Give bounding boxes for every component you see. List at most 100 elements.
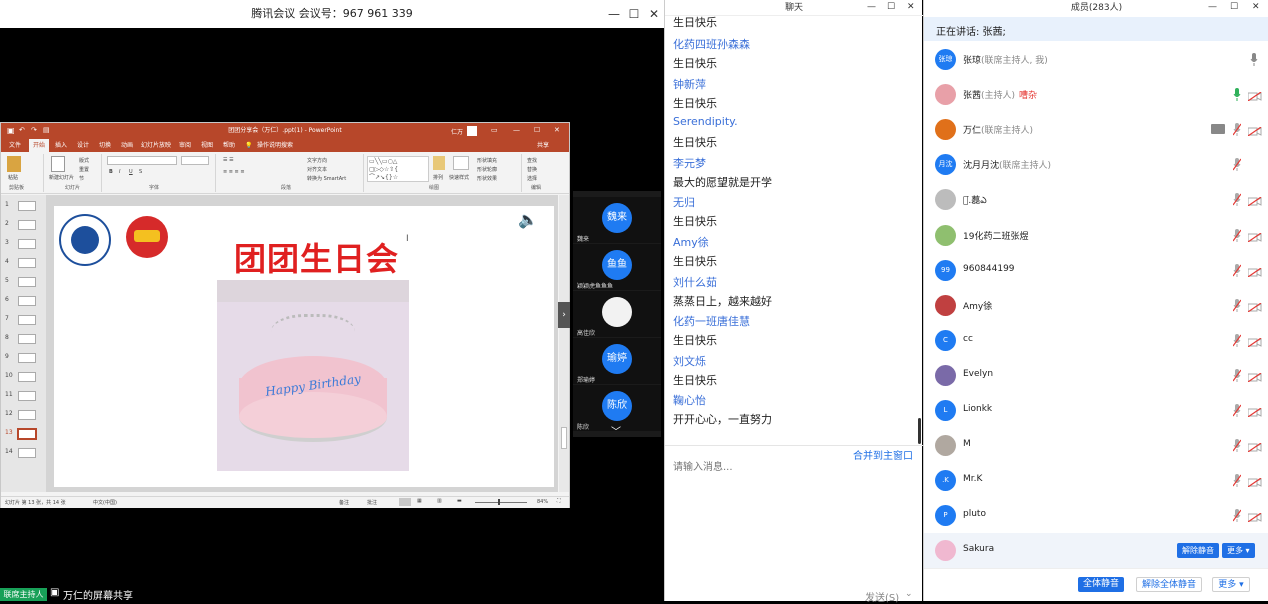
slide-thumbnail[interactable] <box>18 372 36 382</box>
shapes-gallery[interactable]: ▭╲╲▭○△ ▢▷◇☆⇧{⌒↗↘{}☆ <box>367 156 429 182</box>
chat-message-input[interactable] <box>673 460 913 474</box>
slide-thumbnail[interactable] <box>18 410 36 420</box>
align-icon[interactable]: ≡ ≡ ≡ ≡ <box>223 169 245 175</box>
member-row[interactable]: Amy徐 <box>924 288 1268 323</box>
video-tile[interactable]: 高佳欣 <box>573 291 661 337</box>
tab-transitions[interactable]: 切换 <box>95 139 115 152</box>
mic-muted-icon[interactable] <box>1232 193 1242 207</box>
camera-off-icon[interactable] <box>1247 476 1262 488</box>
ppt-share-button[interactable]: 共享 <box>533 139 553 152</box>
member-row[interactable]: L Lionkk <box>924 393 1268 428</box>
speaker-icon[interactable]: 🔈 <box>518 210 538 229</box>
shape-fill-button[interactable]: 形状填充 <box>477 157 497 164</box>
font-size-select[interactable] <box>181 156 209 165</box>
chat-close-button[interactable]: ✕ <box>907 2 915 12</box>
member-row[interactable]: 99 960844199 <box>924 253 1268 288</box>
member-row[interactable]: 19化药二班张煜 <box>924 218 1268 253</box>
ppt-close-button[interactable]: ✕ <box>554 126 560 134</box>
member-row[interactable]: Sakura 解除静音 更多 ▾ <box>924 533 1268 569</box>
ribbon-display-icon[interactable]: ▭ <box>491 126 498 134</box>
camera-off-icon[interactable] <box>1247 441 1262 453</box>
shadow-button[interactable]: S <box>139 169 142 175</box>
select-button[interactable]: 选择 <box>527 175 537 182</box>
tab-insert[interactable]: 插入 <box>51 139 71 152</box>
chat-sender-name[interactable]: 刘什么茹 <box>673 274 717 290</box>
camera-off-icon[interactable] <box>1247 125 1262 137</box>
slide-thumbnail[interactable] <box>18 239 36 249</box>
camera-off-icon[interactable] <box>1247 511 1262 523</box>
row-unmute-button[interactable]: 解除静音 <box>1177 543 1219 559</box>
mic-muted-icon[interactable] <box>1232 439 1242 453</box>
mic-muted-icon[interactable] <box>1232 158 1242 172</box>
zoom-slider-thumb[interactable] <box>498 499 500 505</box>
tell-me-search[interactable]: 操作说明搜索 <box>253 139 297 152</box>
shape-effects-button[interactable]: 形状效果 <box>477 175 497 182</box>
section-button[interactable]: 节 <box>79 175 84 182</box>
chat-sender-name[interactable]: 鞠心怡 <box>673 392 706 408</box>
member-row[interactable]: .K Mr.K <box>924 463 1268 498</box>
reading-view-button[interactable]: ▥ <box>437 498 442 504</box>
slide-thumbnail[interactable] <box>18 296 36 306</box>
underline-button[interactable]: U <box>129 169 133 175</box>
chat-sender-name[interactable]: 刘文烁 <box>673 353 706 369</box>
find-button[interactable]: 查找 <box>527 157 537 164</box>
new-slide-button[interactable]: 新建幻灯片 <box>49 174 74 181</box>
ppt-minimize-button[interactable]: — <box>513 126 520 134</box>
chat-sender-name[interactable]: 无归 <box>673 194 695 210</box>
slide-thumbnail[interactable] <box>18 353 36 363</box>
layout-button[interactable]: 版式 <box>79 157 89 164</box>
slide-thumbnail[interactable] <box>18 334 36 344</box>
slideshow-view-button[interactable]: ▬ <box>457 498 462 504</box>
chat-maximize-button[interactable]: ☐ <box>887 2 895 12</box>
chat-sender-name[interactable]: Serendipity. <box>673 115 738 128</box>
tab-slideshow[interactable]: 幻灯片放映 <box>137 139 175 152</box>
mic-icon[interactable] <box>1250 53 1258 66</box>
camera-off-icon[interactable] <box>1247 336 1262 348</box>
slide-thumbnail[interactable] <box>17 428 37 440</box>
mic-muted-icon[interactable] <box>1232 333 1242 347</box>
slide-thumbnail[interactable] <box>18 220 36 230</box>
reset-button[interactable]: 重置 <box>79 166 89 173</box>
video-tile[interactable]: 瑜婷 郑瑜婷 <box>573 338 661 384</box>
send-options-chevron-icon[interactable]: ⌄ <box>905 589 913 599</box>
paste-button[interactable]: 粘贴 <box>8 174 18 181</box>
tab-design[interactable]: 设计 <box>73 139 93 152</box>
member-row[interactable]: 万仁(联席主持人) <box>924 112 1268 147</box>
chat-sender-name[interactable]: 化药四班孙森森 <box>673 36 750 52</box>
camera-off-icon[interactable] <box>1247 301 1262 313</box>
bold-button[interactable]: B <box>109 169 113 175</box>
chevron-down-icon[interactable]: ﹀ <box>611 423 621 438</box>
mic-muted-icon[interactable] <box>1232 263 1242 277</box>
mic-muted-icon[interactable] <box>1232 228 1242 242</box>
slide-thumbnail[interactable] <box>18 258 36 268</box>
bullets-icon[interactable]: ☰ ☰ <box>223 157 234 163</box>
member-row[interactable]: Ccc <box>924 323 1268 358</box>
member-row[interactable]: Evelyn <box>924 358 1268 393</box>
mic-muted-icon[interactable] <box>1232 123 1242 137</box>
chat-sender-name[interactable]: 李元梦 <box>673 155 706 171</box>
slide-thumbnail[interactable] <box>18 201 36 211</box>
close-button[interactable]: ✕ <box>643 0 665 28</box>
slide-scrollbar[interactable] <box>559 195 569 492</box>
members-maximize-button[interactable]: ☐ <box>1230 2 1238 12</box>
tab-view[interactable]: 视图 <box>197 139 217 152</box>
slide-thumbnail[interactable] <box>18 448 36 458</box>
member-row[interactable]: 张茜(主持人) 嘈杂 <box>924 77 1268 112</box>
video-tile[interactable]: 魏来 魏来 <box>573 197 661 243</box>
tab-help[interactable]: 帮助 <box>219 139 239 152</box>
mic-muted-icon[interactable] <box>1232 298 1242 312</box>
tab-animations[interactable]: 动画 <box>117 139 137 152</box>
collapse-strip-icon[interactable]: › <box>558 302 570 328</box>
members-close-button[interactable]: ✕ <box>1252 2 1260 12</box>
tab-review[interactable]: 审阅 <box>175 139 195 152</box>
send-button[interactable]: 发送(S) <box>865 589 899 604</box>
ppt-maximize-button[interactable]: ☐ <box>534 126 540 134</box>
comments-button[interactable]: 批注 <box>367 499 377 506</box>
maximize-button[interactable]: ☐ <box>623 0 645 28</box>
camera-off-icon[interactable] <box>1247 266 1262 278</box>
font-name-select[interactable] <box>107 156 177 165</box>
mute-all-button[interactable]: 全体静音 <box>1078 577 1124 592</box>
current-slide[interactable]: 团团生日会 🔈 Happy Birthday I <box>54 206 554 487</box>
member-row[interactable]: 月沈 沈月月沈(联席主持人) <box>924 147 1268 182</box>
tab-home[interactable]: 开始 <box>29 139 50 152</box>
